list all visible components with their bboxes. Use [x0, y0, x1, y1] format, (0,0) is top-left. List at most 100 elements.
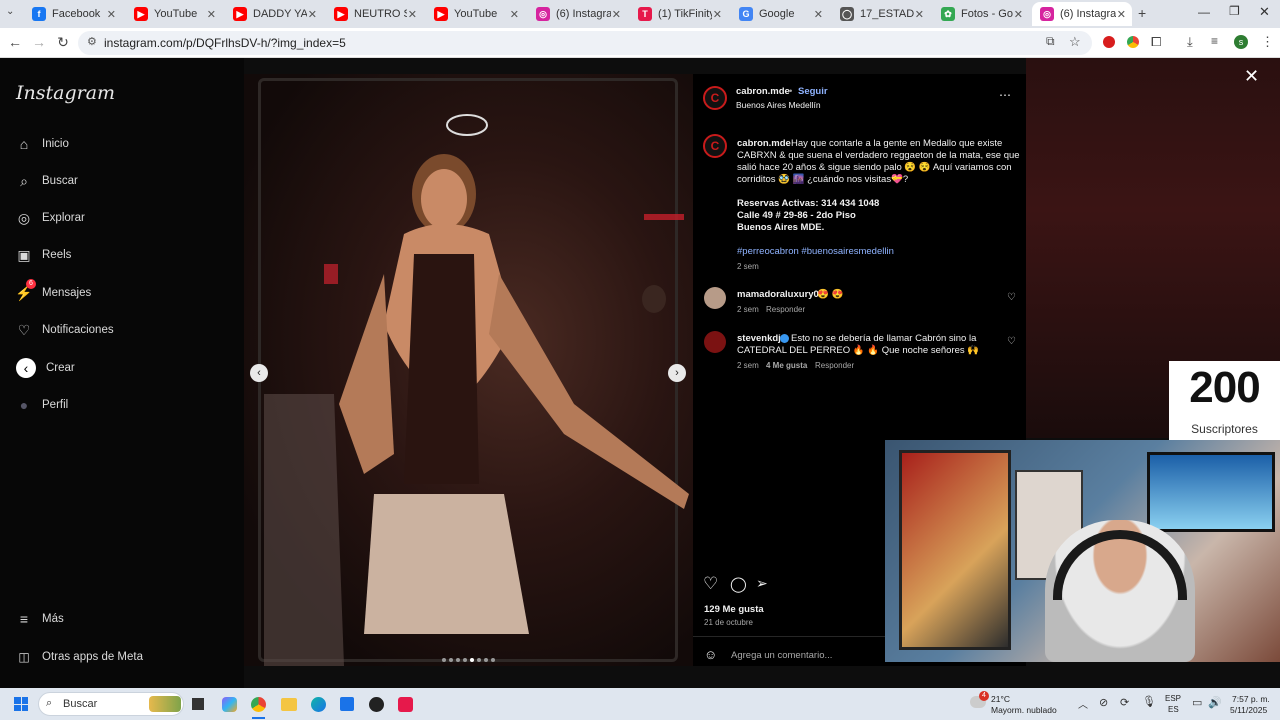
browser-tab[interactable]: ✿ Fotos - Google✕ — [933, 2, 1029, 26]
sidebar-item-mensajes[interactable]: ⚡ 6 Mensajes — [15, 279, 91, 304]
address-bar[interactable]: ⚙ instagram.com/p/DQFrlhsDV-h/?img_index… — [78, 31, 1092, 55]
tab-close-icon[interactable]: ✕ — [713, 8, 722, 21]
likes-count[interactable]: 129 Me gusta — [704, 604, 764, 615]
new-tab-button[interactable]: + — [1138, 5, 1146, 21]
comment-likes[interactable]: 4 Me gusta — [766, 361, 807, 370]
caption-username[interactable]: cabron.mde — [737, 138, 791, 149]
close-modal-icon[interactable]: ✕ — [1244, 66, 1259, 87]
browser-tab[interactable]: ▶ NEUTRO SHOI✕ — [326, 2, 423, 26]
tab-close-icon[interactable]: ✕ — [915, 8, 924, 21]
sidebar-item-buscar[interactable]: ⌕ Buscar — [16, 170, 78, 192]
comment-like-heart-icon[interactable]: ♡ — [1007, 292, 1016, 303]
follow-button[interactable]: Seguir — [798, 86, 828, 97]
sidebar-item-perfil[interactable]: ● Perfil — [16, 394, 68, 416]
tray-sync-icon[interactable]: ⟳ — [1120, 696, 1129, 709]
bookmark-star-icon[interactable]: ☆ — [1069, 34, 1081, 50]
clock-date[interactable]: 5/11/2025 — [1230, 705, 1267, 715]
commenter-avatar[interactable] — [704, 331, 726, 353]
profile-avatar-icon[interactable]: s — [1234, 35, 1248, 49]
sidebar-item-more[interactable]: ≡ Más — [16, 608, 64, 630]
sidebar-item-crear[interactable]: ‹ Crear — [16, 357, 75, 379]
clock-time[interactable]: 7:57 p. m. — [1232, 694, 1270, 704]
maximize-button[interactable]: ❐ — [1229, 4, 1240, 18]
site-info-icon[interactable]: ⚙ — [87, 35, 97, 48]
media-control-icon[interactable]: ≡ — [1211, 34, 1218, 48]
author-avatar[interactable]: C — [703, 86, 727, 110]
post-hashtags[interactable]: #perreocabron #buenosairesmedellin — [737, 246, 894, 257]
sidebar-item-meta-apps[interactable]: ◫ Otras apps de Meta — [16, 646, 143, 668]
browser-tab[interactable]: G Google ✕ — [731, 2, 829, 26]
emoji-icon[interactable]: ☺ — [704, 647, 717, 662]
like-heart-icon[interactable]: ♡ — [703, 574, 718, 594]
tab-close-icon[interactable]: ✕ — [107, 8, 116, 21]
comment-reply-link[interactable]: Responder — [766, 305, 805, 314]
commenter-avatar[interactable] — [704, 287, 726, 309]
volume-icon[interactable]: 🔊 — [1208, 696, 1222, 709]
tray-chevron-icon[interactable]: ︿ — [1078, 696, 1088, 711]
browser-tab[interactable]: ▶ DADDY YANKE✕ — [225, 2, 323, 26]
comment-bubble-icon[interactable]: ◯ — [730, 575, 747, 593]
install-icon[interactable]: ⧉ — [1046, 34, 1055, 49]
close-window-button[interactable]: ✕ — [1259, 4, 1270, 20]
windows-start-icon[interactable] — [14, 697, 28, 711]
share-send-icon[interactable]: ➢ — [756, 575, 768, 592]
caption-author-avatar[interactable]: C — [703, 134, 727, 158]
weather-temp[interactable]: 21°C — [991, 694, 1010, 704]
store-icon[interactable] — [340, 697, 354, 711]
language-code[interactable]: ESP — [1165, 694, 1181, 703]
tab-close-icon[interactable]: ✕ — [612, 8, 621, 21]
sidebar-item-explorar[interactable]: ◎ Explorar — [16, 207, 85, 229]
language-region[interactable]: ES — [1168, 705, 1179, 714]
chrome-taskbar-icon[interactable] — [251, 697, 266, 712]
microphone-icon[interactable]: 🎙 — [1142, 695, 1156, 708]
extensions-puzzle-icon[interactable]: ⧠ — [1151, 34, 1161, 50]
author-username[interactable]: cabron.mde — [736, 86, 790, 97]
tab-close-icon[interactable]: ✕ — [207, 8, 216, 21]
tab-close-icon[interactable]: ✕ — [510, 8, 519, 21]
back-icon[interactable]: ← — [6, 34, 24, 50]
network-icon[interactable]: ▭ — [1192, 696, 1202, 709]
tab-close-icon[interactable]: ✕ — [814, 8, 823, 21]
comment-username[interactable]: mamadoraluxury0 — [737, 289, 819, 300]
opera-extension-icon[interactable] — [1103, 36, 1115, 48]
weather-desc[interactable]: Mayorm. nublado — [991, 705, 1057, 715]
browser-tab[interactable]: ▶ YouTube ✕ — [126, 2, 222, 26]
instagram-logo[interactable]: Instagram — [16, 82, 115, 104]
forward-icon[interactable]: → — [30, 34, 48, 50]
comment-reply-link[interactable]: Responder — [815, 361, 854, 370]
browser-tab[interactable]: T (1) TikFinity ✕ — [630, 2, 728, 26]
browser-tab[interactable]: ◎ (6) Instagram✕ — [528, 2, 627, 26]
next-photo-button[interactable]: › — [668, 364, 686, 382]
tab-close-icon[interactable]: ✕ — [408, 8, 417, 21]
obs-icon[interactable] — [369, 697, 384, 712]
chrome-extension-icon[interactable] — [1127, 36, 1139, 48]
taskview-icon[interactable] — [192, 698, 204, 710]
previous-photo-button[interactable]: ‹ — [250, 364, 268, 382]
comment-input[interactable]: Agrega un comentario... — [731, 650, 832, 661]
browser-menu-icon[interactable]: ⋮ — [1261, 34, 1274, 50]
minimize-button[interactable]: — — [1198, 5, 1210, 19]
edge-icon[interactable] — [311, 697, 326, 712]
tab-close-icon[interactable]: ✕ — [1014, 8, 1023, 21]
browser-tab[interactable]: ◎ (6) Instagram✕ — [1032, 2, 1132, 26]
browser-tab[interactable]: f Facebook ✕ — [24, 2, 122, 26]
tab-close-icon[interactable]: ✕ — [1117, 8, 1126, 21]
sidebar-item-reels[interactable]: ▣ Reels — [16, 244, 71, 266]
post-location[interactable]: Buenos Aires Medellín — [736, 100, 821, 110]
tab-close-icon[interactable]: ✕ — [308, 8, 317, 21]
comment-username[interactable]: stevenkdj — [737, 333, 781, 344]
browser-tab[interactable]: ▶ YouTube ✕ — [426, 2, 525, 26]
sidebar-item-inicio[interactable]: ⌂ Inicio — [16, 133, 69, 155]
copilot-icon[interactable] — [222, 697, 237, 712]
tiktok-icon[interactable] — [398, 697, 413, 712]
sidebar-item-notificaciones[interactable]: ♡ Notificaciones — [16, 319, 114, 341]
taskbar-search[interactable]: ⌕ Buscar — [38, 692, 184, 716]
reload-icon[interactable]: ↻ — [54, 34, 72, 51]
more-options-icon[interactable]: ⋯ — [999, 88, 1011, 102]
comment-like-heart-icon[interactable]: ♡ — [1007, 336, 1016, 347]
browser-tab[interactable]: ◯ 17_ESTADIO_V✕ — [832, 2, 930, 26]
file-explorer-icon[interactable] — [281, 698, 297, 711]
download-icon[interactable]: ⤓ — [1187, 34, 1193, 50]
tab-list-chevron-icon[interactable]: ⌄ — [6, 6, 14, 17]
tray-app-icon[interactable]: ⊘ — [1099, 696, 1108, 709]
